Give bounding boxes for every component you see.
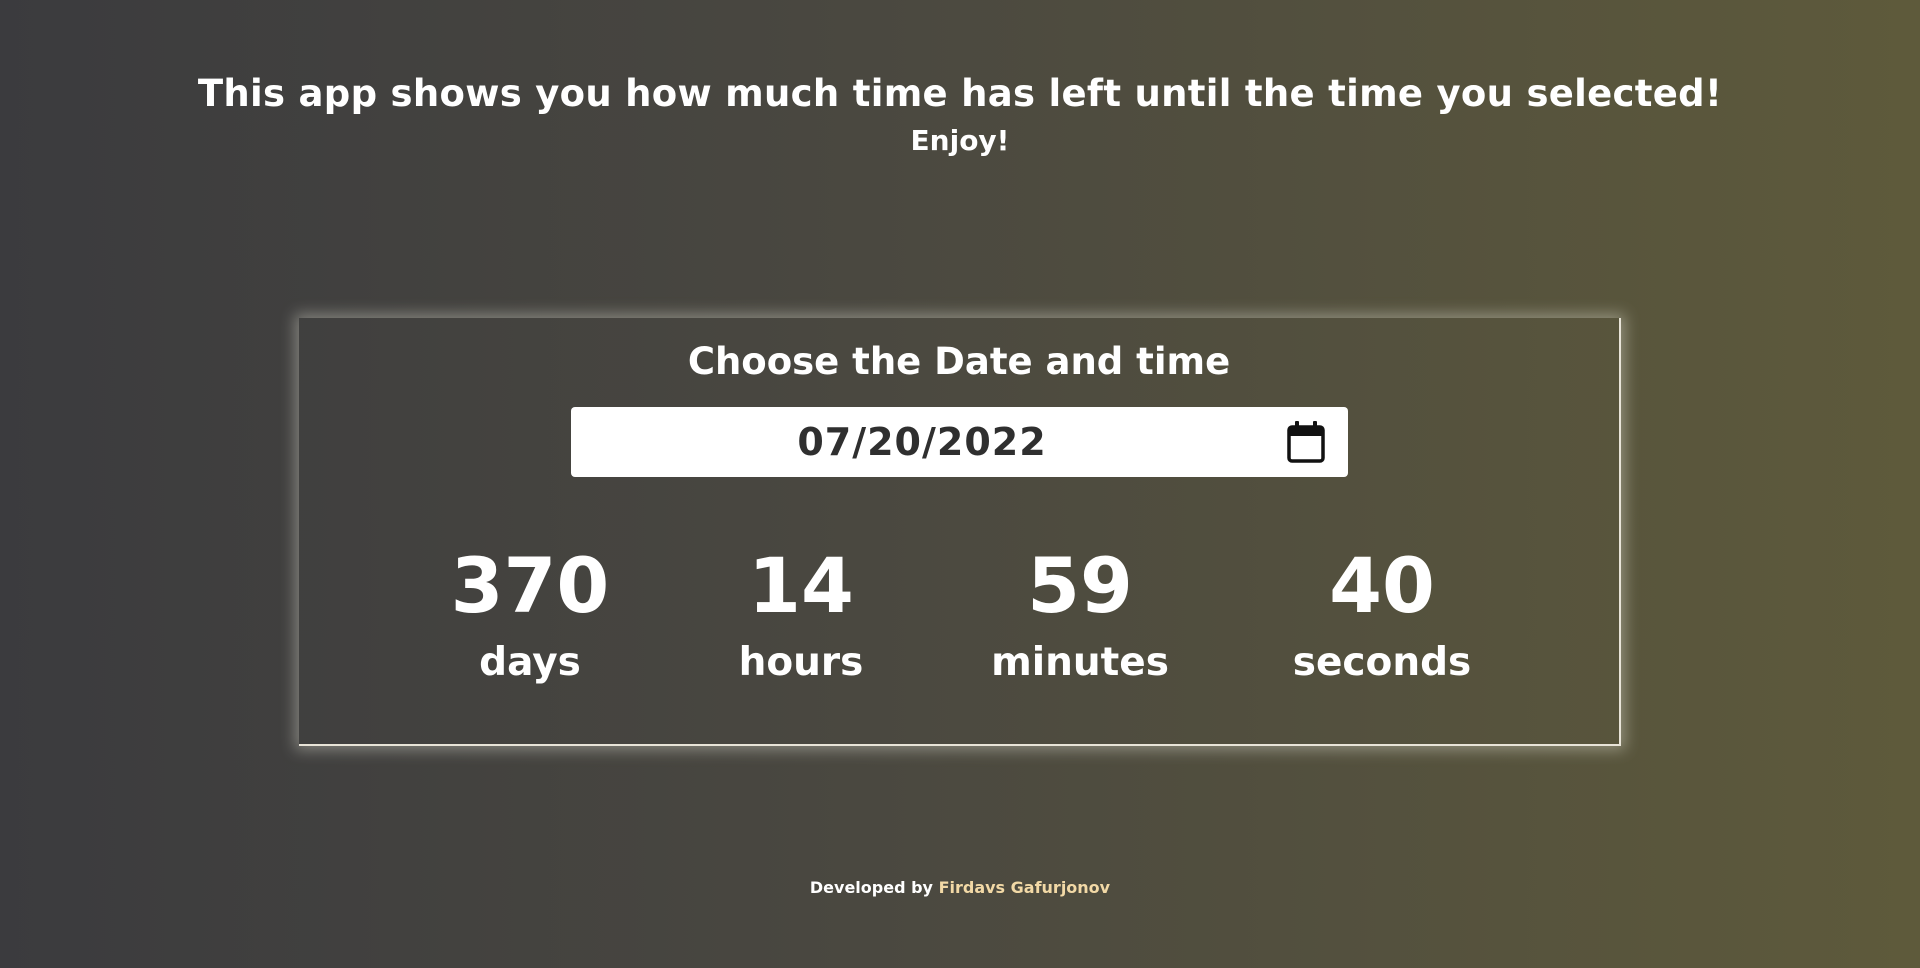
footer-prefix: Developed by: [809, 878, 933, 897]
days-counter: 370 days: [430, 538, 630, 688]
seconds-label: seconds: [1292, 640, 1472, 685]
page-subline: Enjoy!: [910, 124, 1010, 157]
card-title: Choose the Date and time: [687, 340, 1231, 383]
author-link[interactable]: Firdavs Gafurjonov: [939, 878, 1111, 897]
hours-counter: 14 hours: [701, 538, 901, 688]
countdown-card: Choose the Date and time 07/20/2022 370 …: [299, 318, 1621, 746]
calendar-icon[interactable]: [1286, 420, 1326, 464]
hours-label: hours: [738, 640, 864, 685]
page-footer: Developed by Firdavs Gafurjonov: [0, 878, 1920, 897]
date-input-value[interactable]: 07/20/2022: [571, 407, 1273, 477]
page-header: This app shows you how much time has lef…: [0, 70, 1920, 160]
days-label: days: [479, 640, 581, 685]
minutes-value: 59: [1027, 541, 1133, 630]
days-value: 370: [450, 541, 610, 630]
page-headline: This app shows you how much time has lef…: [197, 72, 1723, 115]
minutes-label: minutes: [991, 640, 1169, 685]
date-input[interactable]: 07/20/2022: [571, 407, 1348, 477]
hours-value: 14: [748, 541, 854, 630]
seconds-counter: 40 seconds: [1282, 538, 1482, 688]
seconds-value: 40: [1329, 541, 1435, 630]
minutes-counter: 59 minutes: [980, 538, 1180, 688]
